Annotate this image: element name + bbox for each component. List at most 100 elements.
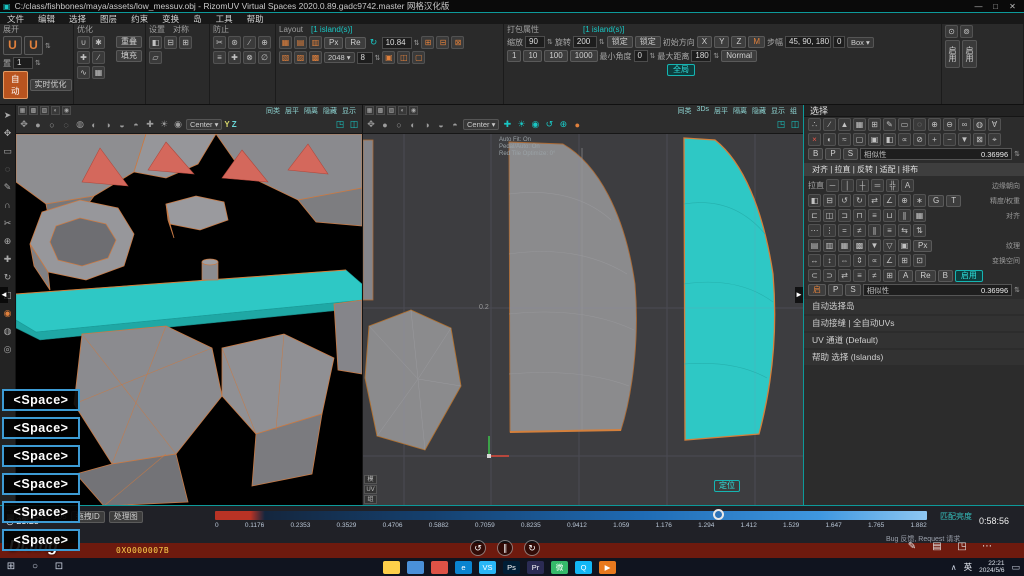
optimize-tool-icon[interactable]: ✱ [92,36,105,49]
taskbar-app-icon[interactable] [431,561,448,574]
viewport-tab[interactable]: 显示 [342,106,356,116]
enable-button-2[interactable]: 启用 [962,40,977,68]
display-mode-icon[interactable]: ◍ [74,119,86,130]
player-tool-icon[interactable]: ✎ [905,541,919,552]
similarity-b-button[interactable]: B [808,148,823,160]
texel-density-icon[interactable]: ● [571,120,583,130]
spacing-icon[interactable]: ⊡ [913,254,926,267]
selection-tool-icon[interactable]: ∀ [988,118,1001,131]
taskbar-app-icon[interactable] [383,561,400,574]
brightness-match-label[interactable]: 匹配亮度 [940,511,972,522]
similarity-stepper[interactable]: ⇅ [1014,150,1020,158]
display-mode-icon[interactable]: ○ [46,120,58,130]
straighten-icon[interactable]: A [901,179,914,192]
menu-item[interactable]: 编辑 [31,13,62,25]
viewport-tab[interactable]: 层平 [285,106,299,116]
cut-weld-tool-icon[interactable]: ≡ [213,51,226,64]
viewport-extra-icon[interactable]: ☀ [158,119,170,130]
texel-scale-stepper[interactable]: ⇅ [414,39,420,47]
lock-rotate-button[interactable]: 锁定 [635,36,661,48]
viewport-tool-icon[interactable]: ◌ [1,162,15,176]
cut-weld-tool-icon[interactable]: ✚ [228,51,241,64]
max-distance-field[interactable]: 180 [691,50,711,62]
uv-action-icon[interactable]: ≡ [853,269,866,282]
selection-tool-icon[interactable]: ◧ [883,133,896,146]
menu-item[interactable]: 岛 [186,13,209,25]
similarity-s-button[interactable]: S [843,148,858,160]
selection-tool-icon[interactable]: × [808,133,821,146]
min-angle-field[interactable]: 0 [634,50,648,62]
arrange-icon[interactable]: ▣ [898,239,911,252]
straighten-icon[interactable]: ─ [826,179,839,192]
spacing-icon[interactable]: ↕ [823,254,836,267]
selection-tool-icon[interactable]: ▲ [838,118,851,131]
flip-icon[interactable]: ◧ [808,194,821,207]
viewport-uv[interactable]: ▦▩▨◐◉ 同类3Ds层平隔离隐藏显示组 ✥ ●○◐◑◒◓ Center ▾ ✚… [362,105,803,505]
flip-g-button[interactable]: G [928,195,944,207]
selection-tool-icon[interactable]: − [943,133,956,146]
unfold-button[interactable]: U [3,36,22,55]
cut-weld-tool-icon[interactable]: ⊗ [243,51,256,64]
optimize-tool-icon[interactable]: ▦ [92,66,105,79]
viewport-option-icon[interactable]: ◉ [62,106,71,115]
distribute-icon[interactable]: = [838,224,851,237]
pivot-center-select[interactable]: Center ▾ [186,119,222,130]
pan-icon[interactable]: ✥ [18,119,30,130]
selection-tool-icon[interactable]: ⌖ [988,133,1001,146]
axis-y-toggle[interactable]: Y [224,120,229,129]
quick-step-button[interactable]: 100 [544,50,567,62]
align-icon[interactable]: ⊓ [853,209,866,222]
menu-item[interactable]: 帮助 [240,13,271,25]
arrange-icon[interactable]: ▽ [883,239,896,252]
player-tool-icon[interactable]: ▤ [930,541,944,552]
selection-tool-icon[interactable]: ≈ [838,133,851,146]
flip-icon[interactable]: ⊟ [823,194,836,207]
unfold-field[interactable]: 1 [13,57,33,69]
selection-tool-icon[interactable]: ◐ [823,133,836,146]
symmetry-tool-icon[interactable]: ◧ [149,36,162,49]
uv-side-tab[interactable]: UV [364,485,377,494]
map-size-select[interactable]: 2048 ▾ [324,52,355,63]
selection-tool-icon[interactable]: ▦ [853,118,866,131]
viewport-option-icon[interactable]: ▩ [376,106,385,115]
viewport-extra-icon[interactable]: ◉ [529,119,541,130]
uv-action-icon[interactable]: ⊞ [883,269,896,282]
display-mode-icon[interactable]: ◐ [407,120,419,130]
symmetry-tool-icon[interactable]: ⊞ [179,36,192,49]
viewport-tool-icon[interactable]: ✚ [1,252,15,266]
align-icon[interactable]: ⊔ [883,209,896,222]
align-icon[interactable]: ◫ [823,209,836,222]
selection-tool-icon[interactable]: ⊠ [973,133,986,146]
viewport-option-icon[interactable]: ◐ [398,106,407,115]
align-icon[interactable]: ∥ [898,209,911,222]
viewport-layout-icon[interactable]: ◫ [348,119,360,130]
display-mode-icon[interactable]: ◑ [102,120,114,130]
action-re-button[interactable]: Re [915,270,935,282]
viewport-option-icon[interactable]: ▩ [29,106,38,115]
viewport-option-icon[interactable]: ▦ [18,106,27,115]
pack-preset-icon[interactable]: ▧ [279,51,292,64]
viewport-tab[interactable]: 隐藏 [323,106,337,116]
selection-tool-icon[interactable]: ∞ [958,118,971,131]
viewport-tool-icon[interactable]: ✥ [1,126,15,140]
straighten-icon[interactable]: │ [841,179,854,192]
scale-stepper[interactable]: ⇅ [547,38,553,46]
arrange-icon[interactable]: ▼ [868,239,881,252]
display-mode-icon[interactable]: ◌ [60,120,72,130]
selection-tool-icon[interactable]: ▢ [853,133,866,146]
viewport-extra-icon[interactable]: ↺ [543,119,555,130]
menu-item[interactable]: 选择 [62,13,93,25]
symmetry-tool-icon[interactable]: ▱ [149,51,162,64]
uv-side-tab[interactable]: 组 [364,495,377,504]
display-mode-icon[interactable]: ◐ [88,120,100,130]
taskbar-app-icon[interactable]: Pr [527,561,544,574]
texel-px-button[interactable]: Px [913,240,932,252]
viewport-option-icon[interactable]: ◉ [409,106,418,115]
pack-preset-icon[interactable]: ▤ [294,36,307,49]
spacing-icon[interactable]: ⊞ [898,254,911,267]
display-mode-icon[interactable]: ◑ [421,120,433,130]
viewport-tab[interactable]: 同类 [678,106,692,116]
flip-icon[interactable]: ⇄ [868,194,881,207]
align-icon[interactable]: ⊐ [838,209,851,222]
collapse-left-panel-arrow[interactable]: ◄ [0,287,8,303]
